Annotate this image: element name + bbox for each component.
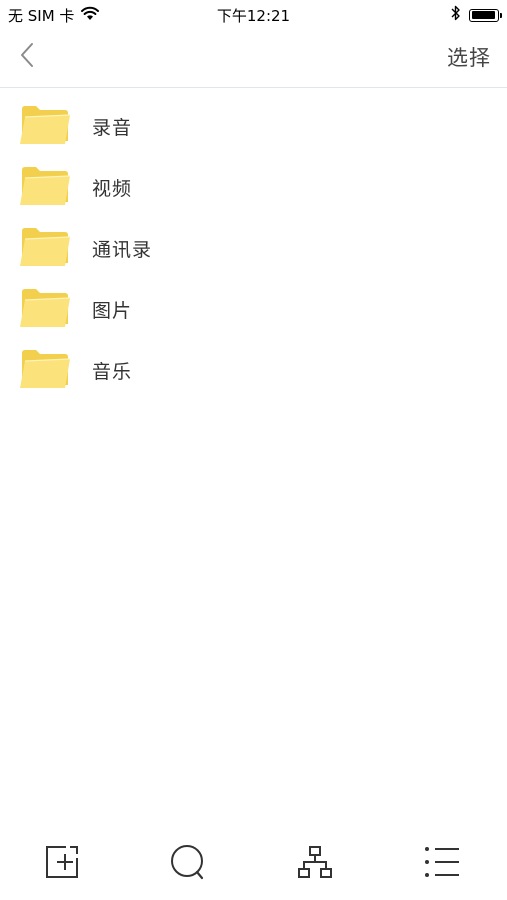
navigation-bar: 选择	[0, 30, 507, 88]
folder-label: 录音	[92, 117, 133, 139]
folder-label: 图片	[92, 300, 133, 322]
status-bar: 无 SIM 卡 下午12:21	[0, 0, 507, 30]
select-button[interactable]: 选择	[447, 42, 491, 72]
list-view-button[interactable]	[420, 842, 464, 886]
search-icon	[169, 843, 207, 885]
battery-level	[471, 11, 496, 19]
bottom-toolbar	[0, 830, 507, 900]
folder-item-contacts[interactable]: 通讯录	[0, 217, 507, 278]
folder-item-pictures[interactable]: 图片	[0, 278, 507, 339]
chevron-left-icon	[19, 42, 35, 72]
folder-label: 音乐	[92, 361, 133, 383]
new-folder-icon	[44, 844, 80, 884]
folder-item-recordings[interactable]: 录音	[0, 95, 507, 156]
search-button[interactable]	[166, 842, 210, 886]
folder-icon	[19, 103, 71, 147]
status-right	[451, 5, 502, 25]
folder-icon	[19, 286, 71, 330]
status-time: 下午12:21	[216, 7, 291, 25]
folder-icon	[19, 347, 71, 391]
bluetooth-icon	[451, 5, 461, 25]
back-button[interactable]	[10, 40, 44, 74]
battery-icon	[469, 8, 502, 22]
hierarchy-icon	[297, 844, 333, 884]
screen: 无 SIM 卡 下午12:21 选择 录音 视频 通讯录 图片 音乐	[0, 0, 507, 900]
new-folder-button[interactable]	[40, 842, 84, 886]
hierarchy-button[interactable]	[293, 842, 337, 886]
folder-list: 录音 视频 通讯录 图片 音乐	[0, 95, 507, 400]
list-icon	[423, 844, 461, 884]
folder-item-music[interactable]: 音乐	[0, 339, 507, 400]
folder-icon	[19, 164, 71, 208]
folder-label: 视频	[92, 178, 133, 200]
folder-label: 通讯录	[92, 239, 153, 261]
folder-icon	[19, 225, 71, 269]
folder-item-videos[interactable]: 视频	[0, 156, 507, 217]
